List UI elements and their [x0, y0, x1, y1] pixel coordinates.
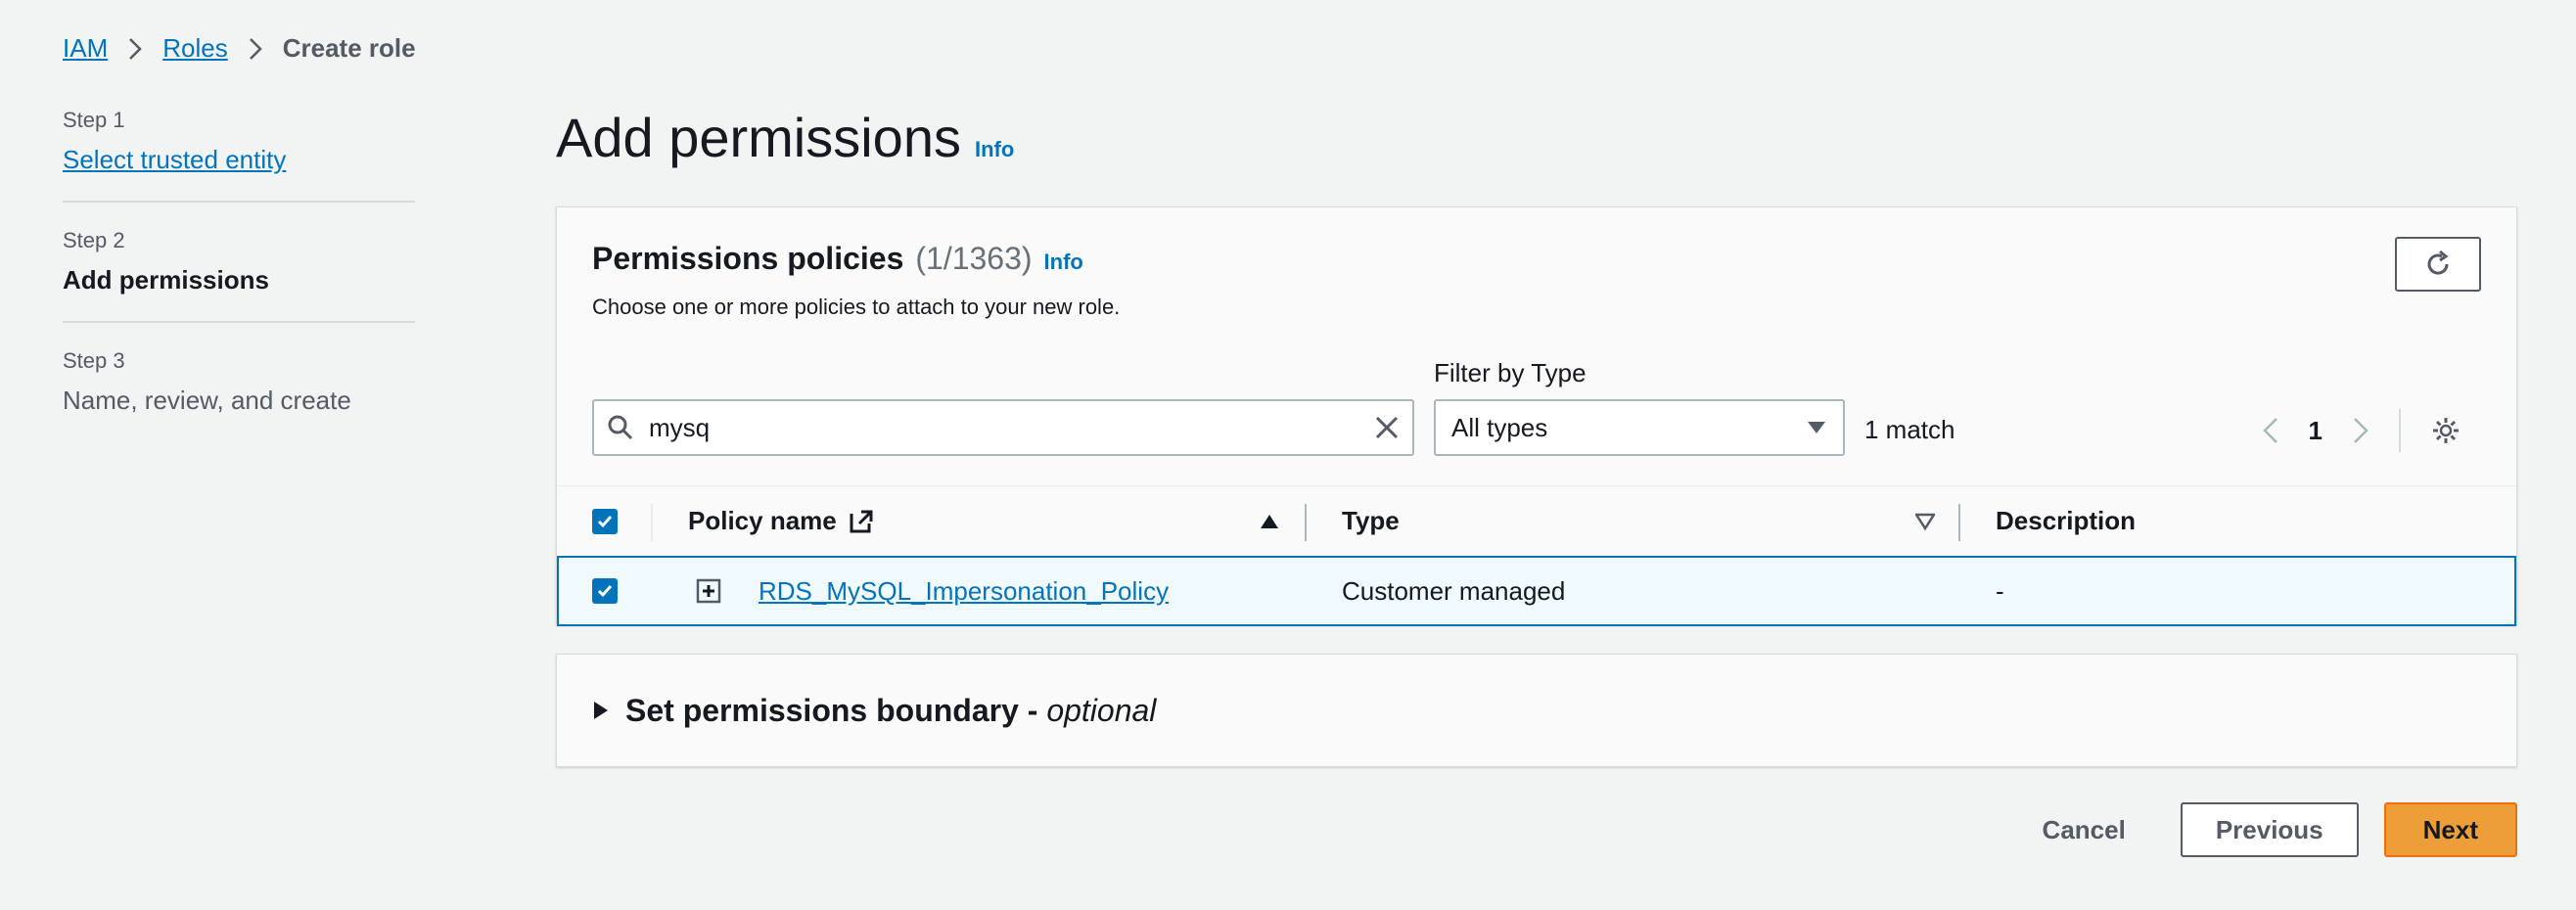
- policy-name-link[interactable]: RDS_MySQL_Impersonation_Policy: [759, 558, 1169, 624]
- search-icon: [608, 415, 633, 440]
- step-3: Step 3 Name, review, and create: [63, 348, 415, 441]
- cancel-button[interactable]: Cancel: [2013, 815, 2155, 845]
- sort-unsorted-icon[interactable]: [1915, 486, 1935, 556]
- boundary-title-text: Set permissions boundary -: [625, 692, 1047, 728]
- permissions-policies-panel: Permissions policies (1/1363) Info Choos…: [556, 206, 2517, 626]
- policy-name[interactable]: RDS_MySQL_Impersonation_Policy: [759, 576, 1169, 607]
- clear-icon[interactable]: [1373, 414, 1401, 441]
- match-count: 1 match: [1864, 415, 1955, 444]
- wizard-actions: Cancel Previous Next: [2013, 802, 2517, 857]
- column-type-label: Type: [1342, 506, 1400, 535]
- column-policy-name[interactable]: Policy name: [688, 486, 874, 556]
- panel-title-text: Permissions policies: [592, 241, 904, 276]
- pagination: 1: [2262, 409, 2461, 452]
- checkbox-checked-icon: [592, 508, 618, 534]
- boundary-title: Set permissions boundary - optional: [625, 693, 1156, 729]
- sort-ascending-icon[interactable]: [1260, 486, 1279, 556]
- column-policy-name-label: Policy name: [688, 506, 837, 535]
- column-divider: [1305, 504, 1307, 541]
- step-3-number: Step 3: [63, 348, 125, 373]
- page-number[interactable]: 1: [2309, 416, 2323, 446]
- filter-value: All types: [1451, 412, 1548, 442]
- settings-gear-icon[interactable]: [2430, 415, 2461, 446]
- panel-header: Permissions policies (1/1363) Info Choos…: [592, 241, 1120, 320]
- table-row[interactable]: RDS_MySQL_Impersonation_Policy Customer …: [557, 556, 2516, 626]
- next-button[interactable]: Next: [2383, 802, 2517, 857]
- page-title: Add permissions: [556, 107, 961, 168]
- wizard-steps-nav: Step 1 Select trusted entity Step 2 Add …: [63, 108, 415, 467]
- previous-page-icon[interactable]: [2262, 416, 2279, 445]
- previous-button[interactable]: Previous: [2180, 802, 2359, 857]
- breadcrumb: IAM Roles Create role: [63, 33, 416, 64]
- column-divider: [1958, 504, 1960, 541]
- row-checkbox[interactable]: [592, 558, 618, 624]
- caret-right-icon: [594, 702, 608, 719]
- panel-description: Choose one or more policies to attach to…: [592, 295, 1121, 319]
- policy-search-input[interactable]: mysq: [592, 399, 1414, 456]
- policy-description: -: [1996, 575, 2004, 606]
- refresh-button[interactable]: [2395, 237, 2481, 292]
- step-2-number: Step 2: [63, 228, 125, 252]
- expand-row-icon[interactable]: [696, 558, 721, 624]
- page-info-link[interactable]: Info: [975, 137, 1014, 162]
- column-description-label: Description: [1996, 506, 2137, 535]
- filter-by-type-label: Filter by Type: [1434, 358, 1587, 387]
- chevron-right-icon: [129, 37, 143, 60]
- policy-type-cell: Customer managed: [1342, 558, 1565, 624]
- step-3-title: Name, review, and create: [63, 386, 351, 415]
- page-header: Add permissions Info: [556, 106, 1014, 169]
- search-value: mysq: [649, 412, 711, 442]
- filter-by-type-select[interactable]: All types: [1434, 399, 1845, 456]
- select-all-checkbox[interactable]: [592, 486, 618, 556]
- policy-description-cell: -: [1996, 558, 2004, 624]
- step-2: Step 2 Add permissions: [63, 228, 415, 323]
- column-divider: [651, 504, 653, 541]
- breadcrumb-iam[interactable]: IAM: [63, 33, 108, 64]
- pager-divider: [2399, 409, 2401, 452]
- column-description: Description: [1996, 486, 2136, 556]
- refresh-icon: [2427, 250, 2449, 275]
- table-header: Policy name Type Description: [557, 485, 2516, 556]
- external-link-icon: [850, 510, 873, 532]
- panel-title: Permissions policies (1/1363) Info: [592, 241, 1120, 277]
- step-2-title: Add permissions: [63, 265, 269, 295]
- boundary-optional: optional: [1046, 692, 1157, 728]
- step-1-number: Step 1: [63, 108, 125, 132]
- chevron-right-icon: [249, 37, 262, 60]
- caret-down-icon: [1808, 422, 1825, 433]
- step-1-link[interactable]: Select trusted entity: [63, 145, 415, 175]
- breadcrumb-roles[interactable]: Roles: [162, 33, 227, 64]
- column-type[interactable]: Type: [1342, 486, 1400, 556]
- breadcrumb-create-role: Create role: [282, 33, 416, 63]
- policy-type: Customer managed: [1342, 575, 1566, 606]
- next-page-icon[interactable]: [2352, 416, 2369, 445]
- panel-info-link[interactable]: Info: [1044, 250, 1083, 275]
- checkbox-checked-icon: [592, 578, 618, 604]
- permissions-boundary-section[interactable]: Set permissions boundary - optional: [556, 654, 2517, 767]
- step-1: Step 1 Select trusted entity: [63, 108, 415, 203]
- policy-count: (1/1363): [915, 241, 1033, 276]
